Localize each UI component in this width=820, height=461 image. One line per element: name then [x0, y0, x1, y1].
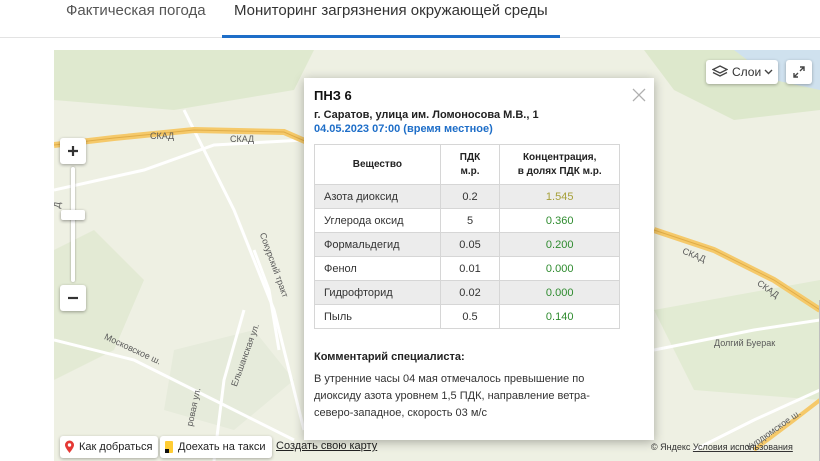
- taxi-button[interactable]: Доехать на такси: [160, 436, 272, 458]
- cell-concentration: 0.200: [499, 232, 620, 257]
- cell-concentration: 1.545: [499, 184, 620, 209]
- taxi-icon: [165, 441, 173, 453]
- layers-icon: [712, 65, 728, 77]
- cell-substance: Азота диоксид: [314, 184, 441, 209]
- station-balloon: ПНЗ 6 г. Саратов, улица им. Ломоносова М…: [304, 78, 654, 440]
- header-concentration: Концентрация, в долях ПДК м.р.: [499, 144, 620, 185]
- minus-icon: [68, 296, 78, 300]
- comment-text: В утренние часы 04 мая отмечалось превыш…: [314, 373, 590, 419]
- route-label: Как добраться: [79, 441, 153, 453]
- table-row: Гидрофторид 0.02 0.000: [314, 280, 620, 305]
- place-label-dolgiy-buerak: Долгий Буерак: [714, 338, 776, 348]
- cell-pdk: 5: [439, 208, 501, 233]
- cell-pdk: 0.02: [439, 280, 501, 305]
- road-label-left: Д: [54, 201, 63, 209]
- station-address: г. Саратов, улица им. Ломоносова М.В., 1: [314, 109, 539, 121]
- pollution-table: Вещество ПДК м.р. Концентрация, в долях ПД…: [314, 144, 620, 329]
- zoom-slider-thumb[interactable]: [61, 210, 85, 220]
- close-icon[interactable]: [632, 88, 646, 102]
- expand-icon: [793, 66, 805, 78]
- comment-heading: Комментарий специалиста:: [314, 351, 465, 363]
- plus-icon: [68, 146, 78, 156]
- layers-button[interactable]: Слои: [706, 60, 778, 84]
- terms-link[interactable]: Условия использования: [693, 442, 793, 452]
- route-button[interactable]: Как добраться: [60, 436, 159, 458]
- cell-substance: Формальдегид: [314, 232, 441, 257]
- cell-concentration: 0.360: [499, 208, 620, 233]
- create-map-link[interactable]: Создать свою карту: [276, 440, 377, 452]
- cell-pdk: 0.5: [439, 304, 501, 329]
- table-body: Азота диоксид 0.2 1.545 Углерода оксид 5 0.36…: [314, 184, 620, 329]
- station-datetime: 04.05.2023 07:00 (время местное): [314, 123, 493, 135]
- fullscreen-button[interactable]: [786, 60, 812, 84]
- header-substance: Вещество: [314, 144, 441, 185]
- header-pdk: ПДК м.р.: [439, 144, 501, 185]
- table-row: Формальдегид 0.05 0.200: [314, 232, 620, 257]
- station-title: ПНЗ 6: [314, 88, 352, 103]
- table-row: Углерода оксид 5 0.360: [314, 208, 620, 233]
- cell-concentration: 0.000: [499, 280, 620, 305]
- table-row: Азота диоксид 0.2 1.545: [314, 184, 620, 209]
- tab-bar: Фактическая погода Мониторинг загрязнени…: [0, 0, 820, 38]
- tab-actual-weather[interactable]: Фактическая погода: [66, 0, 206, 37]
- cell-substance: Углерода оксид: [314, 208, 441, 233]
- cell-concentration: 0.000: [499, 256, 620, 281]
- copyright-text: © Яндекс: [651, 442, 691, 452]
- table-row: Фенол 0.01 0.000: [314, 256, 620, 281]
- cell-concentration: 0.140: [499, 304, 620, 329]
- cell-substance: Пыль: [314, 304, 441, 329]
- table-row: Пыль 0.5 0.140: [314, 304, 620, 329]
- zoom-in-button[interactable]: [60, 138, 86, 164]
- tab-pollution-monitoring[interactable]: Мониторинг загрязнения окружающей среды: [222, 0, 560, 38]
- road-label-skad: СКАД: [150, 131, 175, 141]
- cell-pdk: 0.01: [439, 256, 501, 281]
- copyright: © Яндекс Условия использования: [651, 442, 793, 452]
- table-header-row: Вещество ПДК м.р. Концентрация, в долях ПД…: [314, 144, 620, 185]
- zoom-slider-track[interactable]: [71, 167, 75, 282]
- taxi-label: Доехать на такси: [178, 441, 266, 453]
- cell-substance: Фенол: [314, 256, 441, 281]
- cell-pdk: 0.2: [439, 184, 501, 209]
- cell-substance: Гидрофторид: [314, 280, 441, 305]
- road-label-skad: СКАД: [230, 134, 255, 144]
- cell-pdk: 0.05: [439, 232, 501, 257]
- zoom-out-button[interactable]: [60, 285, 86, 311]
- chevron-down-icon: [764, 69, 773, 75]
- map-pin-icon: [65, 440, 74, 453]
- layers-label: Слои: [732, 65, 762, 79]
